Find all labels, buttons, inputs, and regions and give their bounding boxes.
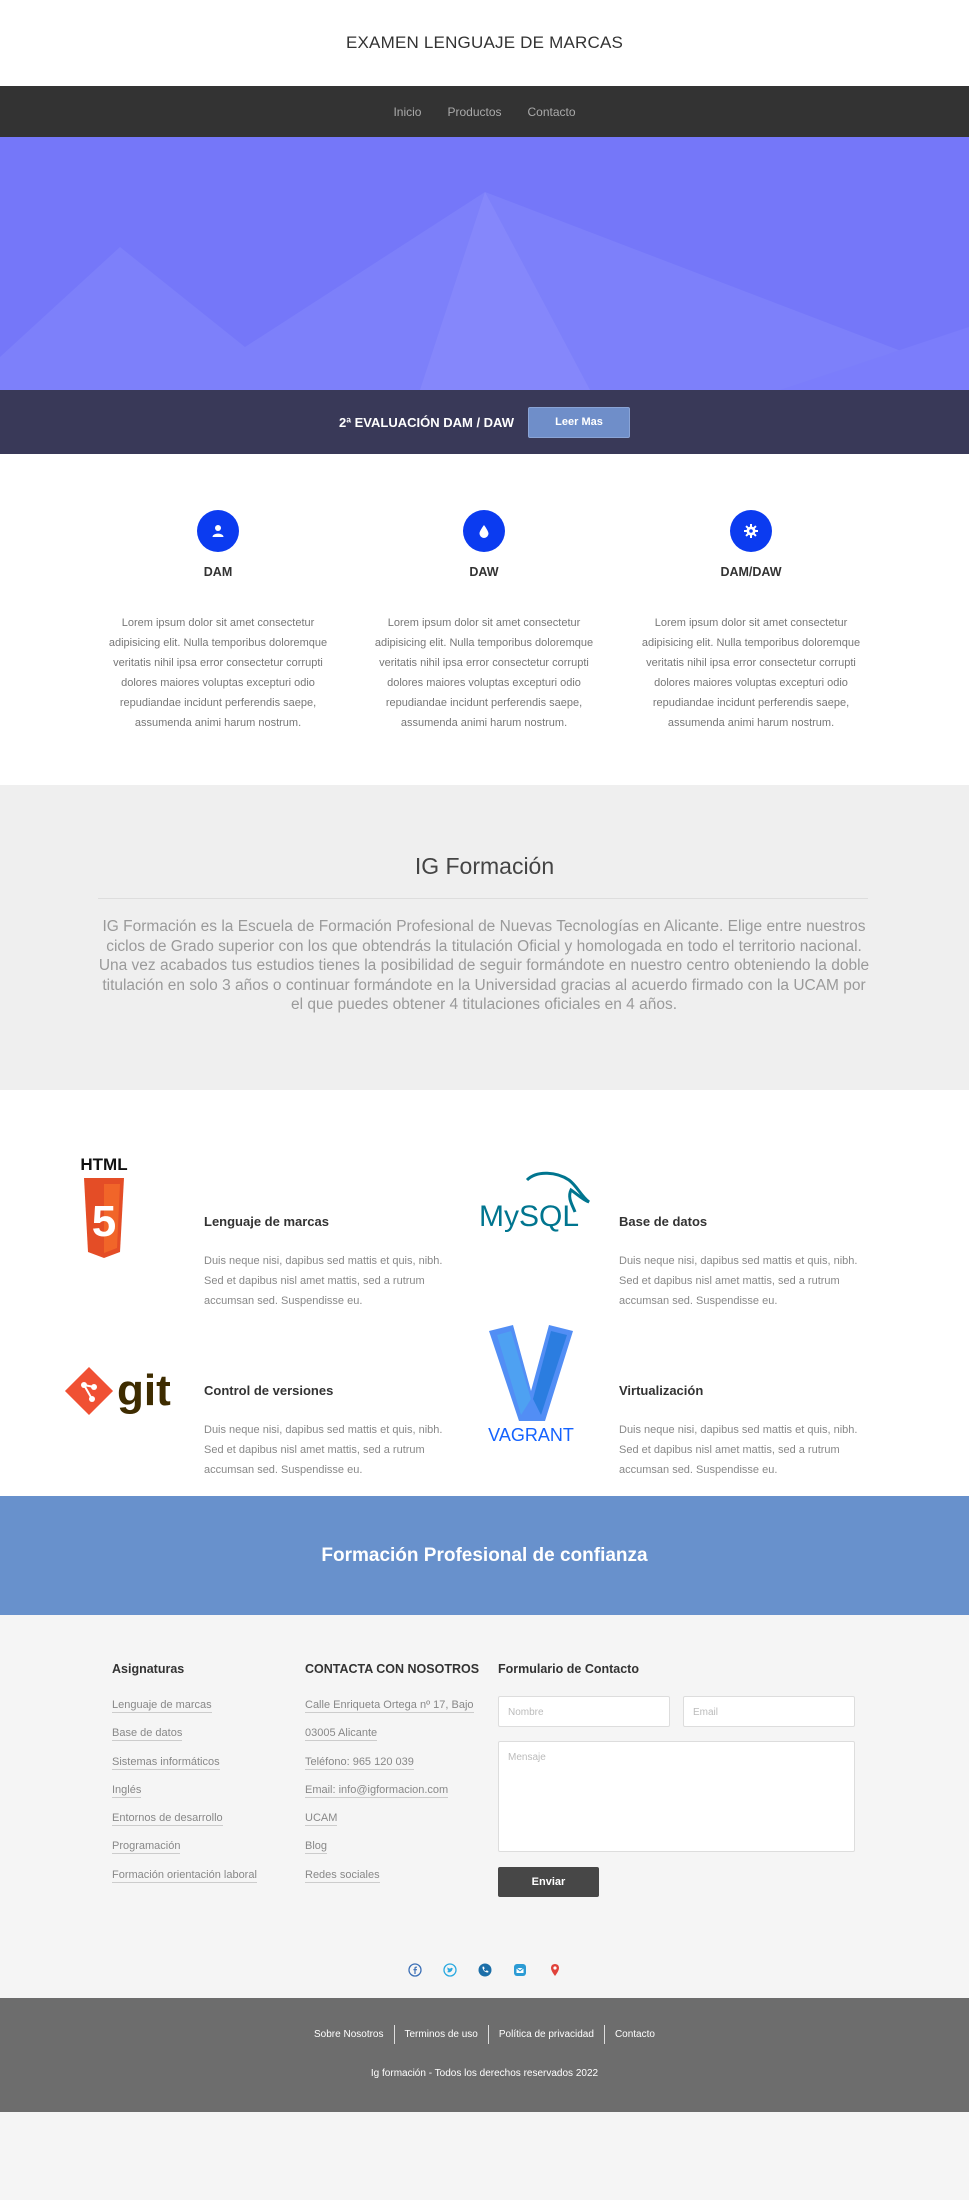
git-logo-text: git: [117, 1366, 171, 1415]
page: EXAMEN LENGUAJE DE MARCAS Inicio Product…: [0, 0, 969, 2200]
list-item[interactable]: UCAM: [305, 1812, 474, 1840]
contact-section: Asignaturas Lenguaje de marcas Base de d…: [0, 1615, 969, 1998]
leer-mas-button[interactable]: Leer Mas: [528, 406, 631, 438]
main-nav: Inicio Productos Contacto: [0, 86, 969, 137]
mysql-logo: MySQL: [479, 1171, 590, 1233]
facebook-icon[interactable]: [407, 1962, 423, 1978]
tech-title: Control de versiones: [204, 1383, 334, 1398]
footer-link-contacto[interactable]: Contacto: [603, 2025, 665, 2044]
list-item[interactable]: 03005 Alicante: [305, 1727, 474, 1755]
asignaturas-list: Lenguaje de marcas Base de datos Sistema…: [112, 1699, 257, 1897]
tech-lenguaje-marcas: HTML 5 Lenguaje de marcas Duis neque nis…: [62, 1150, 482, 1307]
gear-icon: [730, 510, 772, 552]
banner-title: Formación Profesional de confianza: [321, 1544, 648, 1566]
footer-links: Sobre Nosotros Terminos de uso Política …: [0, 2025, 969, 2044]
tech-title: Base de datos: [619, 1214, 708, 1229]
tech-title: Lenguaje de marcas: [204, 1214, 329, 1229]
tech-text: Duis neque nisi, dapibus sed mattis et q…: [204, 1255, 443, 1307]
feature-title: DAW: [469, 565, 499, 579]
list-item[interactable]: Formación orientación laboral: [112, 1868, 257, 1897]
list-item[interactable]: Blog: [305, 1840, 474, 1868]
tech-title: Virtualización: [619, 1383, 704, 1398]
html5-logo: HTML 5: [80, 1155, 128, 1258]
vagrant-logo-text: VAGRANT: [488, 1425, 574, 1444]
footer-link-terminos[interactable]: Terminos de uso: [393, 2025, 488, 2044]
about-title: IG Formación: [414, 853, 555, 879]
page-bottom: [0, 2112, 969, 2200]
hero-cta-bar: 2ª EVALUACIÓN DAM / DAW Leer Mas: [0, 390, 969, 454]
feature-dam-daw: DAM/DAW Lorem ipsum dolor sit amet conse…: [636, 510, 866, 733]
mail-icon[interactable]: [512, 1962, 528, 1978]
technologies-section: HTML 5 Lenguaje de marcas Duis neque nis…: [0, 1090, 969, 1496]
list-item[interactable]: Programación: [112, 1840, 257, 1868]
drop-icon: [463, 510, 505, 552]
message-textarea[interactable]: Mensaje: [498, 1741, 855, 1852]
git-logo: git: [64, 1366, 171, 1416]
trust-banner: Formación Profesional de confianza: [0, 1496, 969, 1615]
feature-text: Lorem ipsum dolor sit amet consectetur a…: [374, 617, 594, 729]
site-title: EXAMEN LENGUAJE DE MARCAS: [345, 33, 624, 52]
feature-dam: DAM Lorem ipsum dolor sit amet consectet…: [103, 510, 333, 733]
hero-text: 2ª EVALUACIÓN DAM / DAW: [338, 414, 515, 430]
twitter-icon[interactable]: [442, 1962, 458, 1978]
tech-virtualizacion: VAGRANT Virtualización Duis neque nisi, …: [477, 1319, 897, 1476]
list-item[interactable]: Inglés: [112, 1783, 257, 1812]
about-section: IG Formación IG Formación es la Escuela …: [0, 785, 969, 1090]
footer-link-sobre-nosotros[interactable]: Sobre Nosotros: [304, 2025, 393, 2044]
user-icon: [197, 510, 239, 552]
feature-text: Lorem ipsum dolor sit amet consectetur a…: [641, 617, 861, 729]
tech-control-versiones: git Control de versiones Duis neque nisi…: [62, 1319, 482, 1476]
form-title: Formulario de Contacto: [498, 1662, 639, 1676]
tech-text: Duis neque nisi, dapibus sed mattis et q…: [204, 1424, 443, 1476]
nav-item-productos[interactable]: Productos: [447, 105, 501, 119]
vagrant-logo: VAGRANT: [488, 1325, 574, 1444]
nav-item-inicio[interactable]: Inicio: [393, 105, 421, 119]
feature-title: DAM/DAW: [720, 565, 782, 579]
list-item[interactable]: Base de datos: [112, 1727, 257, 1755]
hero-banner: [0, 137, 969, 390]
about-divider: [98, 898, 868, 899]
phone-icon[interactable]: [477, 1962, 493, 1978]
list-item[interactable]: Entornos de desarrollo: [112, 1812, 257, 1840]
list-item[interactable]: Lenguaje de marcas: [112, 1699, 257, 1727]
list-item[interactable]: Redes sociales: [305, 1868, 474, 1897]
copyright: Ig formación - Todos los derechos reserv…: [370, 2068, 599, 2079]
contacta-list: Calle Enriqueta Ortega nº 17, Bajo 03005…: [305, 1699, 474, 1897]
list-item[interactable]: Calle Enriqueta Ortega nº 17, Bajo: [305, 1699, 474, 1727]
mysql-logo-text: MySQL: [479, 1200, 579, 1233]
contacta-title: CONTACTA CON NOSOTROS: [305, 1662, 480, 1676]
list-item[interactable]: Sistemas informáticos: [112, 1755, 257, 1784]
tech-text: Duis neque nisi, dapibus sed mattis et q…: [619, 1255, 858, 1307]
list-item[interactable]: Email: info@igformacion.com: [305, 1783, 474, 1812]
feature-daw: DAW Lorem ipsum dolor sit amet consectet…: [369, 510, 599, 733]
about-text: IG Formación es la Escuela de Formación …: [98, 918, 870, 1013]
site-header: EXAMEN LENGUAJE DE MARCAS: [0, 0, 969, 86]
hero-background-shapes: [0, 192, 969, 390]
feature-title: DAM: [203, 565, 233, 579]
name-input[interactable]: Nombre: [498, 1696, 670, 1727]
html5-logo-text: HTML: [80, 1155, 127, 1174]
tech-text: Duis neque nisi, dapibus sed mattis et q…: [619, 1424, 858, 1476]
footer-link-privacidad[interactable]: Política de privacidad: [487, 2025, 604, 2044]
email-input[interactable]: Email: [683, 1696, 855, 1727]
nav-item-contacto[interactable]: Contacto: [528, 105, 576, 119]
list-item[interactable]: Teléfono: 965 120 039: [305, 1755, 474, 1784]
site-footer: Sobre Nosotros Terminos de uso Política …: [0, 1998, 969, 2112]
html5-logo-number: 5: [92, 1197, 116, 1246]
asignaturas-title: Asignaturas: [112, 1662, 185, 1676]
tech-base-datos: MySQL Base de datos Duis neque nisi, dap…: [477, 1150, 897, 1307]
social-links: [0, 1962, 969, 1978]
feature-text: Lorem ipsum dolor sit amet consectetur a…: [108, 617, 328, 729]
enviar-button[interactable]: Enviar: [498, 1867, 599, 1897]
features-section: DAM Lorem ipsum dolor sit amet consectet…: [0, 454, 969, 785]
location-icon[interactable]: [547, 1962, 563, 1978]
